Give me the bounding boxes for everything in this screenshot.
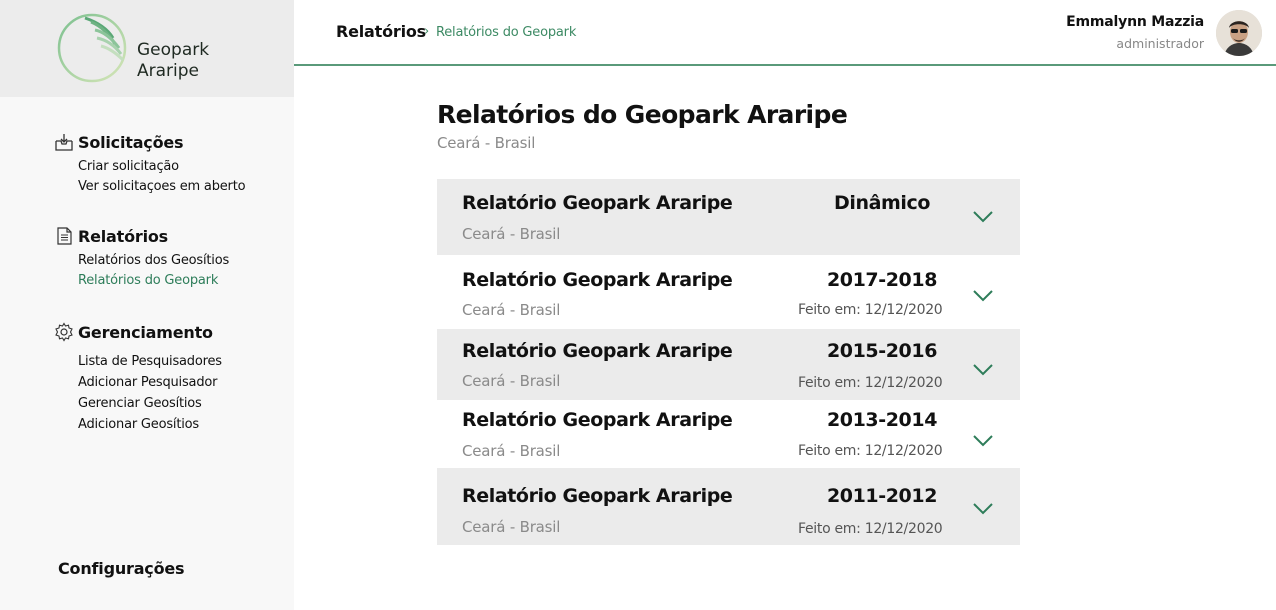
top-bar: Relatórios › Relatórios do Geopark Emmal…	[294, 0, 1276, 66]
sidebar: Geopark Araripe Solicitações Criar solic…	[0, 0, 294, 610]
chevron-down-icon[interactable]	[973, 364, 993, 376]
chevron-down-icon[interactable]	[973, 211, 993, 223]
user-name: Emmalynn Mazzia	[1066, 14, 1204, 30]
report-date: Feito em: 12/12/2020	[798, 375, 943, 391]
nav-link-adicionar-geositios[interactable]: Adicionar Geosítios	[78, 414, 222, 435]
report-subtitle: Ceará - Brasil	[462, 301, 561, 319]
report-date: Feito em: 12/12/2020	[798, 443, 943, 459]
report-date: Feito em: 12/12/2020	[798, 302, 943, 318]
nav-link-gerenciar-geositios[interactable]: Gerenciar Geosítios	[78, 393, 222, 414]
breadcrumb-root[interactable]: Relatórios	[336, 22, 426, 41]
nav-link-criar-solicitacao[interactable]: Criar solicitação	[78, 157, 245, 177]
inbox-download-icon	[55, 134, 73, 151]
nav-head-label: Solicitações	[78, 132, 184, 152]
nav-section-gerenciamento: Gerenciamento Lista de Pesquisadores Adi…	[54, 321, 222, 435]
report-subtitle: Ceará - Brasil	[462, 518, 561, 536]
brand-name-line2: Araripe	[137, 61, 199, 81]
logo-area: Geopark Araripe	[0, 0, 294, 97]
report-period: 2011-2012	[826, 485, 938, 507]
report-row[interactable]: Relatório Geopark Araripe Ceará - Brasil…	[437, 329, 1020, 400]
brand-name-line1: Geopark	[137, 40, 210, 60]
report-title: Relatório Geopark Araripe	[462, 269, 733, 291]
settings-link[interactable]: Configurações	[58, 559, 185, 578]
geopark-logo-icon[interactable]	[57, 12, 131, 84]
report-title: Relatório Geopark Araripe	[462, 340, 733, 362]
nav-head-label: Relatórios	[78, 226, 168, 246]
chevron-down-icon[interactable]	[973, 435, 993, 447]
chevron-down-icon[interactable]	[973, 503, 993, 515]
report-date: Feito em: 12/12/2020	[798, 521, 943, 537]
report-row[interactable]: Relatório Geopark Araripe Ceará - Brasil…	[437, 179, 1020, 255]
nav-link-relatorios-geopark[interactable]: Relatórios do Geopark	[78, 271, 229, 291]
nav-link-adicionar-pesquisador[interactable]: Adicionar Pesquisador	[78, 372, 222, 393]
document-icon	[57, 227, 72, 245]
page-subtitle: Ceará - Brasil	[437, 134, 536, 152]
nav-section-solicitacoes: Solicitações Criar solicitação Ver solic…	[54, 131, 246, 197]
nav-links: Criar solicitação Ver solicitaçoes em ab…	[78, 157, 246, 197]
nav-links: Lista de Pesquisadores Adicionar Pesquis…	[78, 351, 222, 435]
user-avatar-icon	[1216, 10, 1262, 56]
nav-section-relatorios: Relatórios Relatórios dos Geosítios Rela…	[54, 225, 229, 291]
nav-head-gerenciamento[interactable]: Gerenciamento	[54, 321, 222, 343]
brand-name: Geopark Araripe	[137, 40, 209, 82]
report-row[interactable]: Relatório Geopark Araripe Ceará - Brasil…	[437, 468, 1020, 545]
report-title: Relatório Geopark Araripe	[462, 485, 733, 507]
nav-link-relatorios-geositios[interactable]: Relatórios dos Geosítios	[78, 251, 229, 271]
nav-head-label: Gerenciamento	[78, 322, 213, 342]
report-title: Relatório Geopark Araripe	[462, 192, 733, 214]
breadcrumb-chevron-icon: ›	[424, 24, 430, 39]
report-subtitle: Ceará - Brasil	[462, 442, 561, 460]
nav-head-relatorios[interactable]: Relatórios	[54, 225, 229, 247]
chevron-down-icon[interactable]	[973, 290, 993, 302]
nav-link-lista-pesquisadores[interactable]: Lista de Pesquisadores	[78, 351, 222, 372]
user-role: administrador	[1116, 36, 1204, 51]
report-subtitle: Ceará - Brasil	[462, 372, 561, 390]
page-title: Relatórios do Geopark Araripe	[437, 100, 848, 129]
nav-head-solicitacoes[interactable]: Solicitações	[54, 131, 245, 153]
report-row[interactable]: Relatório Geopark Araripe Ceará - Brasil…	[437, 255, 1020, 329]
breadcrumb-current[interactable]: Relatórios do Geopark	[436, 25, 576, 40]
report-period: 2017-2018	[826, 269, 938, 291]
nav-link-ver-solicitacoes[interactable]: Ver solicitaçoes em aberto	[78, 177, 246, 197]
nav-links: Relatórios dos Geosítios Relatórios do G…	[78, 251, 229, 291]
gear-icon	[55, 322, 73, 342]
report-period: 2015-2016	[826, 340, 938, 362]
avatar[interactable]	[1216, 10, 1262, 56]
report-row[interactable]: Relatório Geopark Araripe Ceará - Brasil…	[437, 400, 1020, 468]
report-period: 2013-2014	[826, 409, 938, 431]
report-subtitle: Ceará - Brasil	[462, 225, 561, 243]
report-period: Dinâmico	[833, 192, 931, 214]
report-title: Relatório Geopark Araripe	[462, 409, 733, 431]
